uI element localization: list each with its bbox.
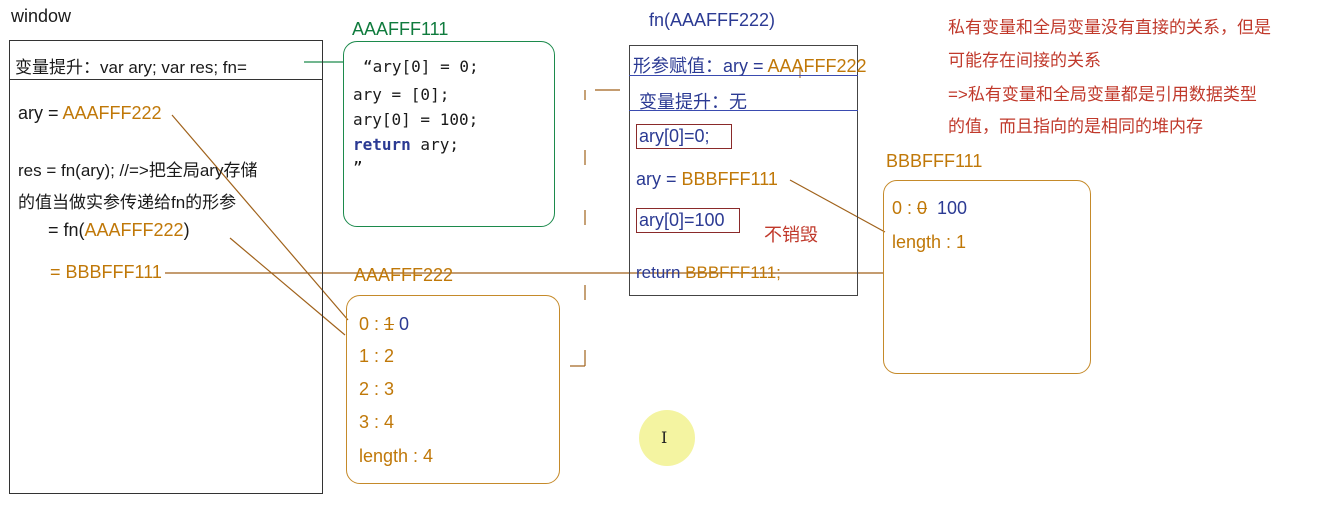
res-line-2: 的值当做实参传递给fn的形参 xyxy=(18,193,237,212)
code-line-3: ary[0] = 100; xyxy=(353,110,479,129)
new-heap-item-0-new: 100 xyxy=(927,198,968,218)
dashed-arrow-fn-to-heap xyxy=(570,89,620,367)
ary-label: ary = xyxy=(18,103,63,123)
array-item-3: 3 : 4 xyxy=(359,412,395,432)
new-heap-item-0-key: 0 : xyxy=(892,198,918,218)
fn-line-1: ary[0]=0; xyxy=(639,126,710,146)
code-heap-label: AAAFFF111 xyxy=(352,19,449,39)
fn-return-line: return BBBFFF111; xyxy=(636,263,781,283)
res-result: = BBBFFF111 xyxy=(50,262,162,282)
fn-call-line: = fn(AAAFFF222) xyxy=(48,220,190,241)
text-cursor-icon: I xyxy=(661,428,668,447)
window-title: window xyxy=(11,6,72,26)
array-length: length : 4 xyxy=(359,446,434,466)
code-line-5: ” xyxy=(353,158,363,177)
fn-call-arg: AAAFFF222 xyxy=(84,220,184,240)
new-heap-item-0: 0 : 0 100 xyxy=(892,198,967,219)
array-item-2: 2 : 3 xyxy=(359,379,395,399)
new-heap-label: BBBFFF111 xyxy=(886,151,983,171)
ary-value: AAAFFF222 xyxy=(62,103,162,123)
array-item-0-old: 1 xyxy=(384,314,395,334)
fn-scope-label: fn(AAAFFF222) xyxy=(649,10,776,30)
note-line-3: =>私有变量和全局变量都是引用数据类型 xyxy=(948,85,1257,104)
new-heap-length: length : 1 xyxy=(892,232,967,252)
code-line-2: ary = [0]; xyxy=(353,85,450,104)
fn-line-3: ary[0]=100 xyxy=(639,210,725,230)
note-line-4: 的值，而且指向的是相同的堆内存 xyxy=(948,117,1203,136)
window-ary-line: ary = AAAFFF222 xyxy=(18,103,162,124)
fn-line2-value: BBBFFF111 xyxy=(681,169,778,189)
array-item-0-new: 0 xyxy=(394,314,410,334)
fn-hoisting: 变量提升：无 xyxy=(639,92,747,112)
code-line-1: “ary[0] = 0; xyxy=(363,57,479,76)
not-destroyed-note: 不销毁 xyxy=(764,225,818,245)
fn-param-value: AAAFFF222 xyxy=(767,56,867,76)
fn-param-line: 形参赋值：ary = AAAFFF222 xyxy=(633,52,867,78)
window-hoisting: 变量提升：var ary; var res; fn= xyxy=(15,58,247,77)
array-heap-label: AAAFFF222 xyxy=(354,265,454,285)
fn-line-2: ary = BBBFFF111 xyxy=(636,169,778,190)
fn-call-suffix: ) xyxy=(183,220,190,240)
fn-return-prefix: return xyxy=(636,263,686,282)
new-heap-item-0-old: 0 xyxy=(917,198,928,218)
array-item-0: 0 : 1 0 xyxy=(359,314,409,335)
window-divider xyxy=(9,79,323,80)
fn-line2-prefix: ary = xyxy=(636,169,682,189)
fn-param-prefix: 形参赋值：ary = xyxy=(633,56,768,76)
note-line-2: 可能存在间接的关系 xyxy=(948,51,1101,70)
fn-call-prefix: = fn( xyxy=(48,220,85,240)
return-keyword: return xyxy=(353,135,411,154)
array-item-0-key: 0 : xyxy=(359,314,385,334)
note-line-1: 私有变量和全局变量没有直接的关系，但是 xyxy=(948,18,1271,37)
fn-return-value: BBBFFF111; xyxy=(685,263,781,282)
code-line-4: return ary; xyxy=(353,135,459,154)
res-line-1: res = fn(ary); //=>把全局ary存储 xyxy=(18,161,258,180)
array-item-1: 1 : 2 xyxy=(359,346,395,366)
